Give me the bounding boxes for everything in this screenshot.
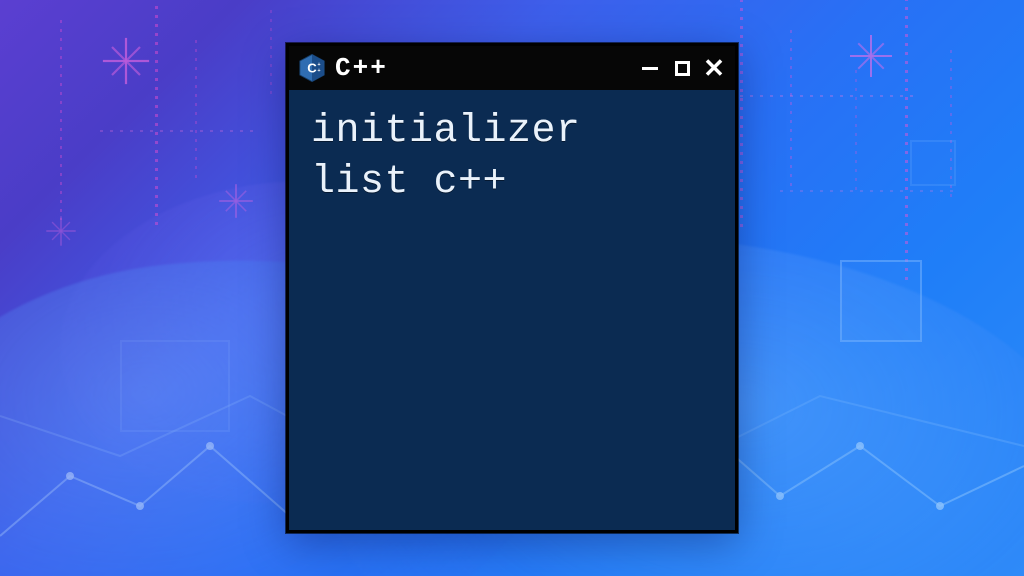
svg-text:+: + [318,62,321,68]
window-title: C++ [335,53,631,83]
terminal-content: initializer list c++ [289,90,735,530]
minimize-button[interactable] [639,57,661,79]
cpp-logo-icon: C + + [297,53,327,83]
terminal-window-wrapper: C + + C++ ✕ initializer list c++ [286,43,738,533]
close-button[interactable]: ✕ [703,57,725,79]
window-controls: ✕ [639,57,725,79]
svg-text:+: + [318,68,321,74]
terminal-window: C + + C++ ✕ initializer list c++ [286,43,738,533]
maximize-button[interactable] [671,57,693,79]
titlebar[interactable]: C + + C++ ✕ [289,46,735,90]
svg-text:C: C [307,60,317,75]
